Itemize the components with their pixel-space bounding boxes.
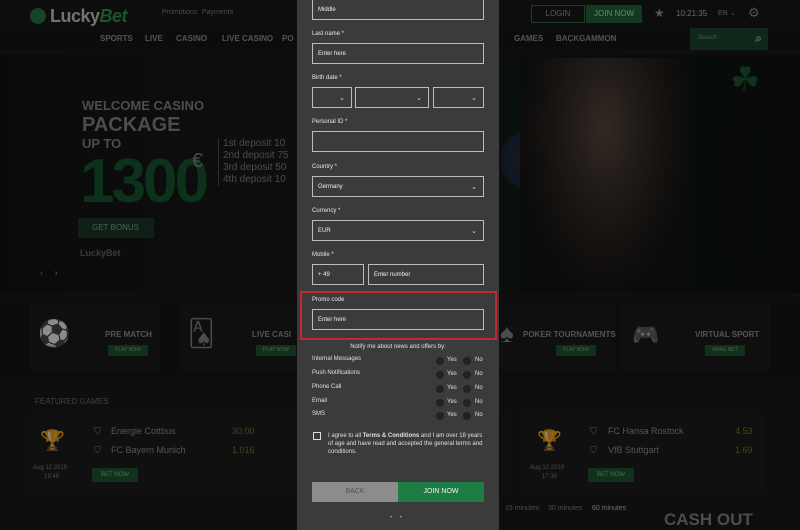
- notify-row-label: Push Notifications: [312, 370, 361, 376]
- promo-code-label: Promo code: [312, 297, 345, 303]
- chevron-down-icon: ⌄: [339, 94, 345, 102]
- notify-title: Notify me about news and offers by:: [350, 344, 446, 350]
- chevron-down-icon: ⌄: [471, 94, 477, 102]
- step-indicator: • •: [390, 515, 405, 521]
- chevron-down-icon: ⌄: [471, 183, 477, 191]
- yes-label: Yes: [447, 371, 457, 377]
- back-button[interactable]: BACK: [312, 482, 398, 502]
- yes-radio[interactable]: [436, 371, 444, 379]
- birth-year-select[interactable]: ⌄: [433, 87, 484, 108]
- no-radio[interactable]: [463, 412, 471, 420]
- no-radio[interactable]: [463, 399, 471, 407]
- no-label: No: [475, 385, 483, 391]
- middle-name-field[interactable]: Middle: [312, 0, 484, 20]
- join-now-button[interactable]: JOIN NOW: [398, 482, 484, 502]
- last-name-field[interactable]: Enter here: [312, 43, 484, 64]
- middle-name-value: Middle: [318, 6, 336, 13]
- yes-label: Yes: [447, 357, 457, 363]
- terms-text-pre: I agree to all: [328, 433, 363, 439]
- notify-row: SMS Yes No: [312, 411, 487, 423]
- country-value: Germany: [318, 183, 343, 190]
- birth-day-select[interactable]: ⌄: [312, 87, 352, 108]
- mobile-code-field[interactable]: + 49: [312, 264, 364, 285]
- mobile-number-field[interactable]: Enter number: [368, 264, 484, 285]
- notify-row-label: Internal Messages: [312, 356, 362, 362]
- yes-radio[interactable]: [436, 357, 444, 365]
- notify-row: Phone Call Yes No: [312, 384, 487, 396]
- terms-link[interactable]: Terms & Conditions: [363, 433, 420, 439]
- last-name-label: Last name *: [312, 31, 345, 37]
- last-name-placeholder: Enter here: [318, 50, 347, 57]
- notify-row: Email Yes No: [312, 398, 487, 410]
- country-select[interactable]: Germany ⌄: [312, 176, 484, 197]
- promo-code-input[interactable]: Enter here: [312, 309, 484, 330]
- currency-label: Currency *: [312, 208, 341, 214]
- currency-select[interactable]: EUR ⌄: [312, 220, 484, 241]
- yes-label: Yes: [447, 399, 457, 405]
- currency-value: EUR: [318, 227, 331, 234]
- terms-text: I agree to all Terms & Conditions and I …: [328, 432, 488, 456]
- yes-radio[interactable]: [436, 399, 444, 407]
- country-label: Country *: [312, 164, 338, 170]
- no-radio[interactable]: [463, 371, 471, 379]
- personal-id-field[interactable]: [312, 131, 484, 152]
- chevron-down-icon: ⌄: [471, 227, 477, 235]
- mobile-code-value: + 49: [318, 271, 330, 278]
- mobile-number-placeholder: Enter number: [374, 271, 411, 278]
- yes-label: Yes: [447, 412, 457, 418]
- promo-code-placeholder: Enter here: [318, 316, 347, 323]
- yes-label: Yes: [447, 385, 457, 391]
- no-radio[interactable]: [463, 357, 471, 365]
- birth-date-label: Birth date *: [312, 75, 342, 81]
- notify-row: Internal Messages Yes No: [312, 356, 487, 368]
- notify-row: Push Notifications Yes No: [312, 370, 487, 382]
- yes-radio[interactable]: [436, 385, 444, 393]
- notify-row-label: Email: [312, 398, 328, 404]
- notify-row-label: Phone Call: [312, 384, 342, 390]
- no-label: No: [475, 399, 483, 405]
- notify-row-label: SMS: [312, 411, 326, 417]
- no-radio[interactable]: [463, 385, 471, 393]
- personal-id-label: Personal ID *: [312, 119, 348, 125]
- terms-checkbox[interactable]: [313, 432, 321, 440]
- no-label: No: [475, 412, 483, 418]
- no-label: No: [475, 371, 483, 377]
- chevron-down-icon: ⌄: [416, 94, 422, 102]
- mobile-label: Mobile *: [312, 252, 334, 258]
- birth-month-select[interactable]: ⌄: [355, 87, 429, 108]
- registration-modal: Middle Last name * Enter here Birth date…: [297, 0, 499, 530]
- yes-radio[interactable]: [436, 412, 444, 420]
- no-label: No: [475, 357, 483, 363]
